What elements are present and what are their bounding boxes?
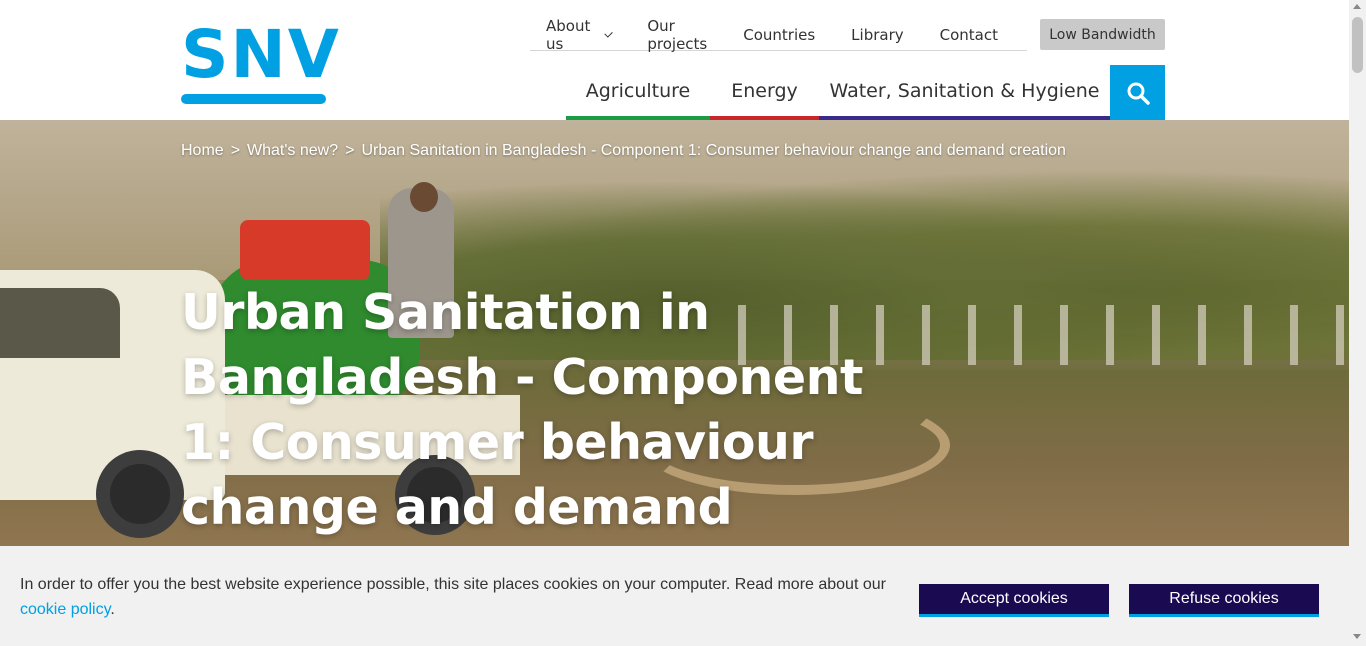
nav-about-us-label: About us <box>546 17 591 53</box>
cookie-message: In order to offer you the best website e… <box>20 572 900 622</box>
breadcrumb-whats-new[interactable]: What's new? <box>247 142 338 160</box>
tab-water-sanitation-hygiene[interactable]: Water, Sanitation & Hygiene <box>819 66 1110 120</box>
cookie-message-text: In order to offer you the best website e… <box>20 576 886 593</box>
logo-text: SNV <box>181 16 341 93</box>
tab-agriculture[interactable]: Agriculture <box>566 66 710 120</box>
hero-banner: Home > What's new? > Urban Sanitation in… <box>0 120 1349 546</box>
scrollbar-thumb[interactable] <box>1352 17 1363 73</box>
breadcrumb-separator: > <box>230 142 241 159</box>
low-bandwidth-button[interactable]: Low Bandwidth <box>1040 19 1165 50</box>
top-navigation: About us Our projects Countries Library … <box>530 17 1027 53</box>
scroll-up-arrow-icon[interactable] <box>1353 4 1361 9</box>
cookie-policy-link[interactable]: cookie policy <box>20 601 110 618</box>
breadcrumb: Home > What's new? > Urban Sanitation in… <box>181 142 1066 160</box>
truck-tank-top <box>240 220 370 280</box>
cookie-banner: In order to offer you the best website e… <box>0 546 1349 646</box>
snv-logo[interactable]: SNV <box>181 20 339 106</box>
chevron-down-icon <box>604 28 614 38</box>
nav-countries[interactable]: Countries <box>743 26 815 44</box>
accept-cookies-button[interactable]: Accept cookies <box>919 584 1109 617</box>
logo-underline <box>181 94 326 104</box>
search-button[interactable] <box>1110 65 1165 120</box>
page-title: Urban Sanitation in Bangladesh - Compone… <box>181 284 863 546</box>
breadcrumb-separator: > <box>345 142 355 159</box>
breadcrumb-home[interactable]: Home <box>181 142 224 160</box>
tab-energy[interactable]: Energy <box>710 66 819 120</box>
refuse-cookies-button[interactable]: Refuse cookies <box>1129 584 1319 617</box>
page-scrollbar[interactable] <box>1349 0 1366 646</box>
scroll-down-arrow-icon[interactable] <box>1353 634 1361 639</box>
truck-front-wheel <box>96 450 184 538</box>
truck-window <box>0 288 120 358</box>
person-head <box>410 182 438 212</box>
cookie-message-period: . <box>110 601 115 618</box>
breadcrumb-current: Urban Sanitation in Bangladesh - Compone… <box>361 142 1066 159</box>
site-header: SNV About us Our projects Countries Libr… <box>0 0 1349 120</box>
nav-our-projects[interactable]: Our projects <box>647 17 707 53</box>
main-navigation: Agriculture Energy Water, Sanitation & H… <box>566 66 1110 120</box>
nav-contact[interactable]: Contact <box>940 26 998 44</box>
nav-about-us[interactable]: About us <box>546 17 614 53</box>
nav-library[interactable]: Library <box>851 26 903 44</box>
search-icon <box>1127 82 1150 105</box>
